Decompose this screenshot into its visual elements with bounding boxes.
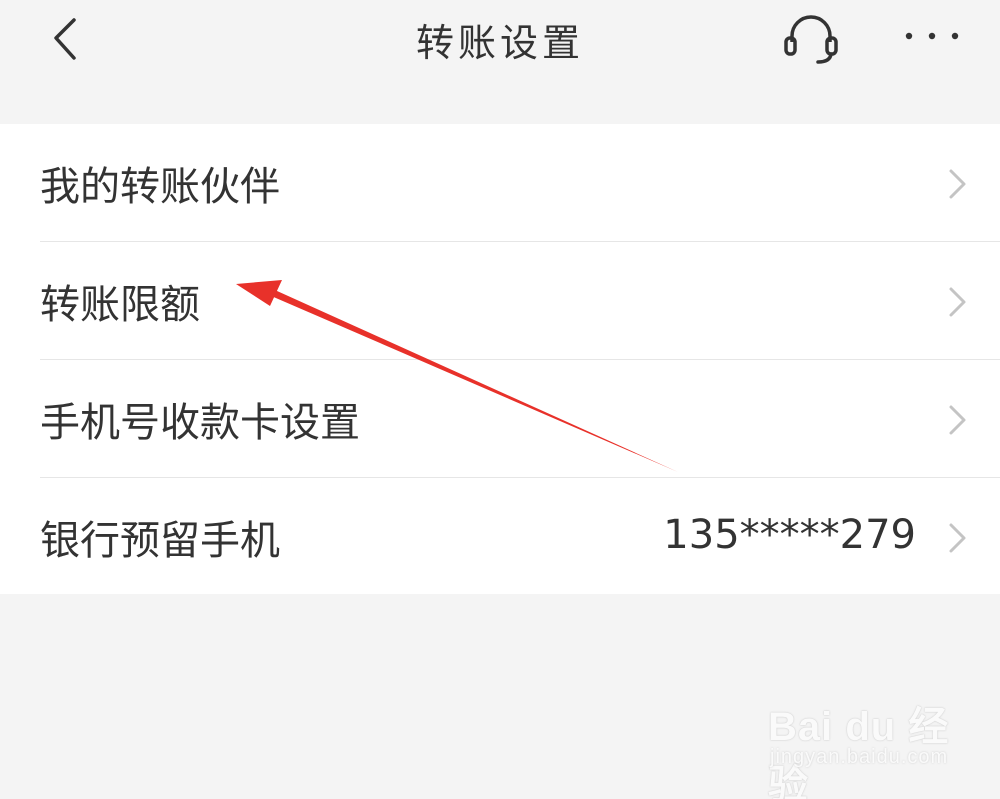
list-item-phone-receiving-card[interactable]: 手机号收款卡设置 <box>0 360 1000 478</box>
baidu-jingyan-watermark: Bai du 经验 jingyan.baidu.com <box>760 688 960 799</box>
list-item-label: 转账限额 <box>40 282 200 328</box>
chevron-right-icon <box>949 169 966 199</box>
chevron-right-icon <box>949 287 966 317</box>
chevron-right-icon <box>949 523 966 553</box>
back-button[interactable] <box>36 8 96 68</box>
navigation-bar: 转账设置 <box>0 0 1000 90</box>
settings-list: 我的转账伙伴 转账限额 手机号收款卡设置 银行预留手机 135*****279 <box>0 124 1000 594</box>
chevron-left-icon <box>54 18 76 60</box>
list-item-label: 我的转账伙伴 <box>40 164 280 210</box>
list-item-transfer-limit[interactable]: 转账限额 <box>0 242 1000 360</box>
transfer-settings-page: 转账设置 我的转账伙伴 转账限额 手机号收款卡设置 银行预留手机 135****… <box>0 0 1000 799</box>
list-item-label: 银行预留手机 <box>40 518 280 564</box>
chevron-right-icon <box>949 405 966 435</box>
masked-phone-number: 135*****279 <box>663 512 916 558</box>
watermark-url: jingyan.baidu.com <box>770 746 949 768</box>
headset-icon <box>784 15 838 64</box>
page-title: 转账设置 <box>415 21 584 65</box>
customer-service-button[interactable] <box>776 8 846 68</box>
more-dots-icon <box>905 32 959 40</box>
list-item-reserved-phone[interactable]: 银行预留手机 135*****279 <box>0 478 1000 596</box>
more-button[interactable] <box>896 10 966 64</box>
list-item-transfer-partners[interactable]: 我的转账伙伴 <box>0 124 1000 242</box>
list-item-label: 手机号收款卡设置 <box>40 400 360 446</box>
